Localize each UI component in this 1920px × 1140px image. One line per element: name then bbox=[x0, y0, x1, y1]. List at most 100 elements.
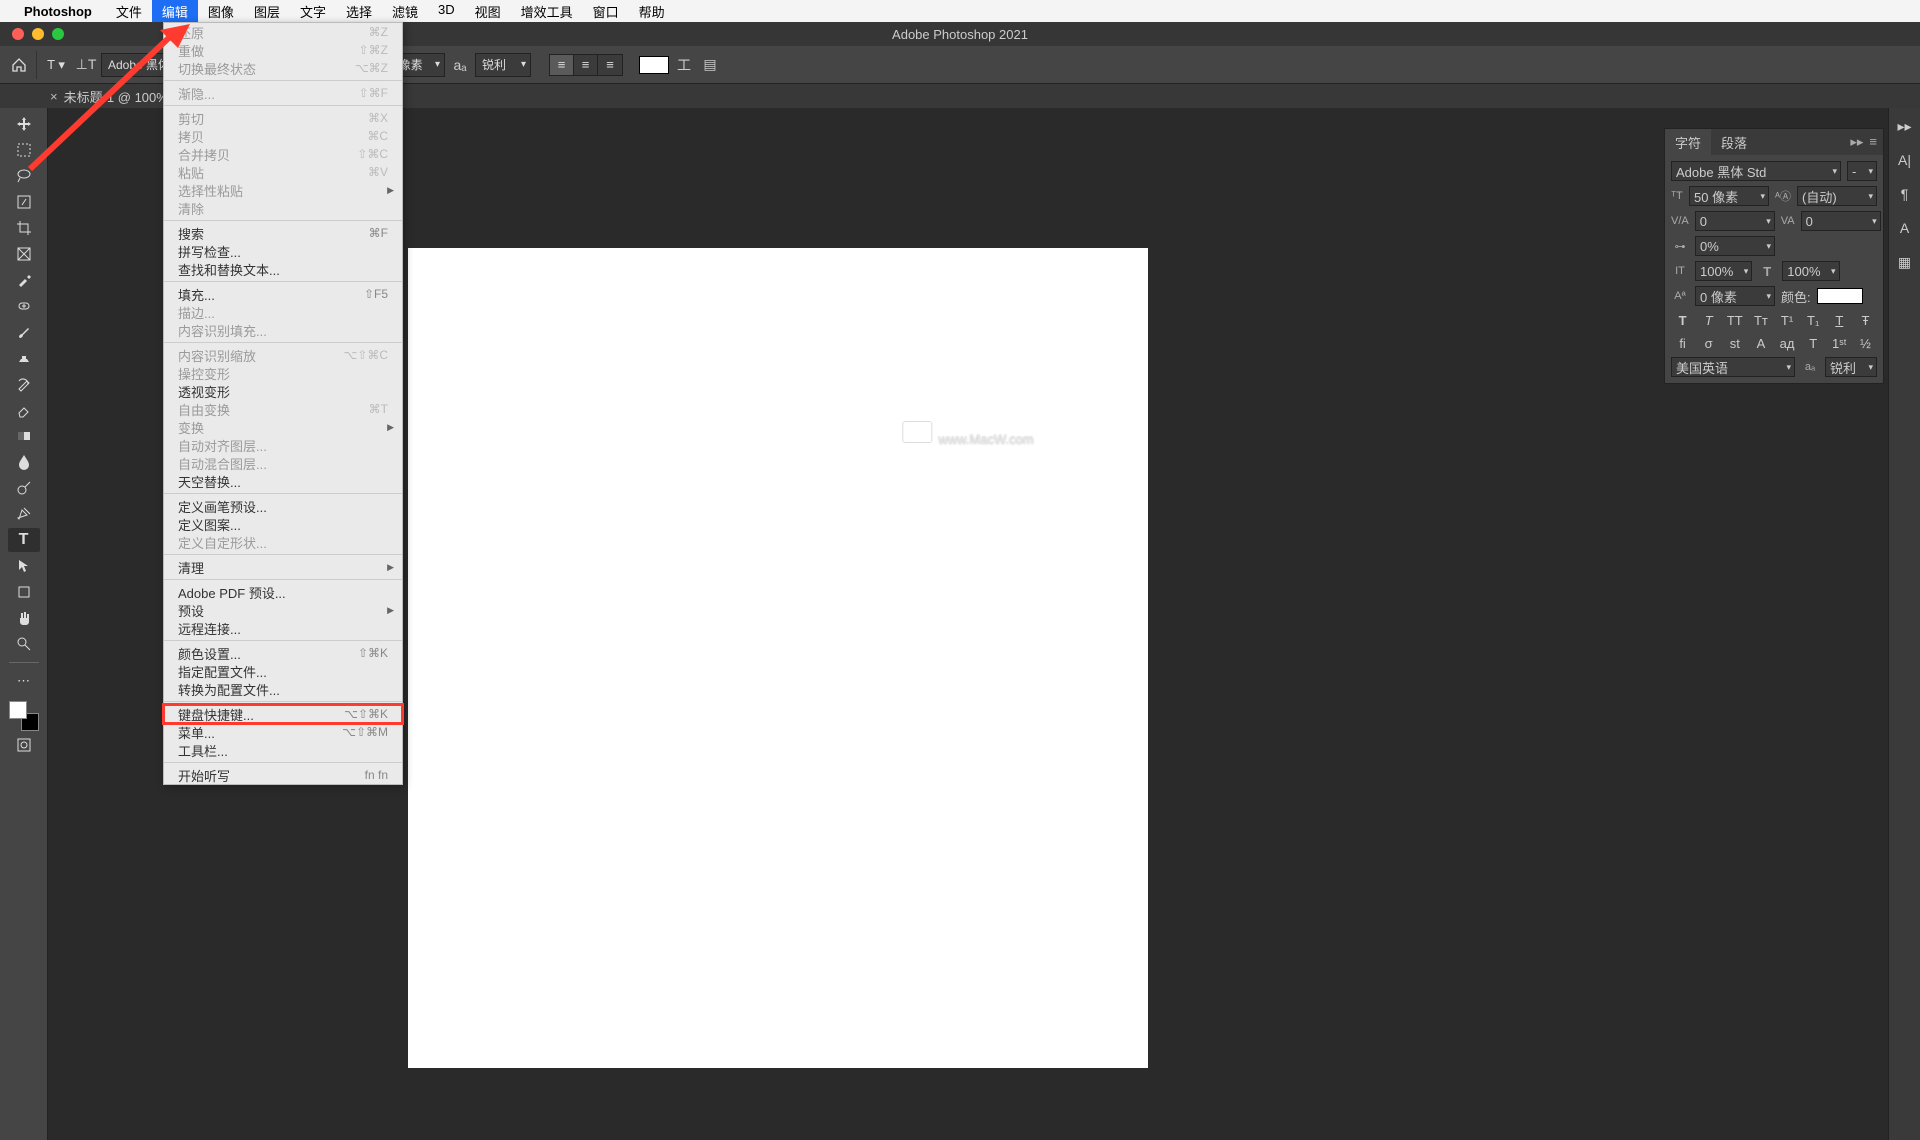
panel-font-style[interactable]: - bbox=[1847, 161, 1877, 181]
menu-item-查找和替换文本[interactable]: 查找和替换文本... bbox=[164, 260, 402, 278]
menu-item-Adobe PDF 预设[interactable]: Adobe PDF 预设... bbox=[164, 583, 402, 601]
dodge-tool[interactable] bbox=[8, 476, 40, 500]
panel-baseline-shift[interactable]: 0 像素 bbox=[1695, 286, 1775, 306]
menu-item-指定配置文件[interactable]: 指定配置文件... bbox=[164, 662, 402, 680]
strikethrough-button[interactable]: Ŧ bbox=[1855, 311, 1875, 329]
object-select-tool[interactable] bbox=[8, 190, 40, 214]
marquee-tool[interactable] bbox=[8, 138, 40, 162]
panel-menu-icon[interactable]: ≡ bbox=[1869, 134, 1877, 150]
eraser-tool[interactable] bbox=[8, 398, 40, 422]
menu-item-预设[interactable]: 预设 bbox=[164, 601, 402, 619]
menu-滤镜[interactable]: 滤镜 bbox=[382, 0, 428, 23]
pen-tool[interactable] bbox=[8, 502, 40, 526]
bold-button[interactable]: T bbox=[1673, 311, 1693, 329]
menu-item-填充[interactable]: 填充...⇧F5 bbox=[164, 285, 402, 303]
panel-language[interactable]: 美国英语 bbox=[1671, 357, 1795, 377]
quick-mask-toggle[interactable] bbox=[8, 733, 40, 757]
menu-item-天空替换[interactable]: 天空替换... bbox=[164, 472, 402, 490]
align-center-button[interactable]: ≡ bbox=[574, 55, 598, 75]
panel-kerning[interactable]: 0 bbox=[1695, 211, 1775, 231]
menu-文字[interactable]: 文字 bbox=[290, 0, 336, 23]
menu-增效工具[interactable]: 增效工具 bbox=[511, 0, 583, 23]
underline-button[interactable]: T bbox=[1829, 311, 1849, 329]
allcaps-button[interactable]: TT bbox=[1725, 311, 1745, 329]
panel-baseline[interactable]: 100% bbox=[1782, 261, 1839, 281]
ligature-ad-button[interactable]: aд bbox=[1777, 334, 1797, 352]
menu-item-定义画笔预设[interactable]: 定义画笔预设... bbox=[164, 497, 402, 515]
align-right-button[interactable]: ≡ bbox=[598, 55, 622, 75]
frame-tool[interactable] bbox=[8, 242, 40, 266]
edit-toolbar-icon[interactable]: ⋯ bbox=[8, 669, 40, 693]
italic-button[interactable]: T bbox=[1699, 311, 1719, 329]
ligature-st-button[interactable]: st bbox=[1725, 334, 1745, 352]
swatches-panel-icon[interactable]: ▦ bbox=[1895, 252, 1915, 272]
ligature-T-button[interactable]: T bbox=[1803, 334, 1823, 352]
collapse-panel-icon[interactable]: ▸▸ bbox=[1850, 134, 1863, 150]
antialias-select[interactable]: 锐利 bbox=[475, 53, 531, 77]
document-tab[interactable]: × 未标题-1 @ 100% bbox=[50, 87, 168, 106]
menu-item-开始听写[interactable]: 开始听写fn fn bbox=[164, 766, 402, 784]
warp-text-icon[interactable]: 工 bbox=[673, 54, 695, 76]
align-left-button[interactable]: ≡ bbox=[550, 55, 574, 75]
menu-item-工具栏[interactable]: 工具栏... bbox=[164, 741, 402, 759]
text-orientation-icon[interactable]: ⊥T bbox=[75, 54, 97, 76]
zoom-tool[interactable] bbox=[8, 632, 40, 656]
panel-font-family[interactable]: Adobe 黑体 Std bbox=[1671, 161, 1841, 181]
text-color-swatch[interactable] bbox=[639, 56, 669, 74]
menu-item-键盘快捷键[interactable]: 键盘快捷键...⌥⇧⌘K bbox=[164, 705, 402, 723]
panel-antialias[interactable]: 锐利 bbox=[1825, 357, 1877, 377]
menu-item-颜色设置[interactable]: 颜色设置...⇧⌘K bbox=[164, 644, 402, 662]
clone-stamp-tool[interactable] bbox=[8, 346, 40, 370]
lasso-tool[interactable] bbox=[8, 164, 40, 188]
shape-tool[interactable] bbox=[8, 580, 40, 604]
expand-panels-icon[interactable]: ▸▸ bbox=[1895, 116, 1915, 136]
path-select-tool[interactable] bbox=[8, 554, 40, 578]
panel-leading[interactable]: (自动) bbox=[1797, 186, 1877, 206]
close-tab-icon[interactable]: × bbox=[50, 89, 58, 104]
foreground-color-swatch[interactable] bbox=[9, 701, 27, 719]
app-name[interactable]: Photoshop bbox=[24, 4, 92, 19]
menu-item-搜索[interactable]: 搜索⌘F bbox=[164, 224, 402, 242]
healing-brush-tool[interactable] bbox=[8, 294, 40, 318]
ligature-half-button[interactable]: ½ bbox=[1855, 334, 1875, 352]
menu-item-透视变形[interactable]: 透视变形 bbox=[164, 382, 402, 400]
minimize-window-button[interactable] bbox=[32, 28, 44, 40]
document-canvas[interactable] bbox=[408, 248, 1148, 1068]
menu-图层[interactable]: 图层 bbox=[244, 0, 290, 23]
menu-窗口[interactable]: 窗口 bbox=[583, 0, 629, 23]
menu-item-远程连接[interactable]: 远程连接... bbox=[164, 619, 402, 637]
menu-item-转换为配置文件[interactable]: 转换为配置文件... bbox=[164, 680, 402, 698]
paragraph-tab[interactable]: 段落 bbox=[1711, 129, 1757, 155]
fg-bg-color-control[interactable] bbox=[9, 701, 39, 731]
hand-tool[interactable] bbox=[8, 606, 40, 630]
menu-视图[interactable]: 视图 bbox=[465, 0, 511, 23]
move-tool[interactable] bbox=[8, 112, 40, 136]
smallcaps-button[interactable]: Tᴛ bbox=[1751, 311, 1771, 329]
panel-color-swatch[interactable] bbox=[1817, 288, 1863, 304]
close-window-button[interactable] bbox=[12, 28, 24, 40]
menu-图像[interactable]: 图像 bbox=[198, 0, 244, 23]
menu-选择[interactable]: 选择 bbox=[336, 0, 382, 23]
menu-item-菜单[interactable]: 菜单...⌥⇧⌘M bbox=[164, 723, 402, 741]
zoom-window-button[interactable] bbox=[52, 28, 64, 40]
ligature-1st-button[interactable]: 1ˢᵗ bbox=[1829, 334, 1849, 352]
panel-hscale[interactable]: 100% bbox=[1695, 261, 1752, 281]
panel-font-size[interactable]: 50 像素 bbox=[1689, 186, 1769, 206]
glyphs-panel-icon[interactable]: A bbox=[1895, 218, 1915, 238]
ligature-A-button[interactable]: A bbox=[1751, 334, 1771, 352]
menu-item-定义图案[interactable]: 定义图案... bbox=[164, 515, 402, 533]
type-tool-indicator[interactable]: T ▾ bbox=[41, 52, 71, 78]
menu-item-清理[interactable]: 清理 bbox=[164, 558, 402, 576]
eyedropper-tool[interactable] bbox=[8, 268, 40, 292]
brush-tool[interactable] bbox=[8, 320, 40, 344]
menu-item-拼写检查[interactable]: 拼写检查... bbox=[164, 242, 402, 260]
subscript-button[interactable]: T₁ bbox=[1803, 311, 1823, 329]
character-panel-toggle-icon[interactable]: ▤ bbox=[699, 54, 721, 76]
superscript-button[interactable]: T¹ bbox=[1777, 311, 1797, 329]
ligature-o-button[interactable]: σ bbox=[1699, 334, 1719, 352]
history-brush-tool[interactable] bbox=[8, 372, 40, 396]
paragraph-panel-icon[interactable]: ¶ bbox=[1895, 184, 1915, 204]
character-panel-icon[interactable]: A| bbox=[1895, 150, 1915, 170]
menu-编辑[interactable]: 编辑 bbox=[152, 0, 198, 23]
menu-帮助[interactable]: 帮助 bbox=[629, 0, 675, 23]
